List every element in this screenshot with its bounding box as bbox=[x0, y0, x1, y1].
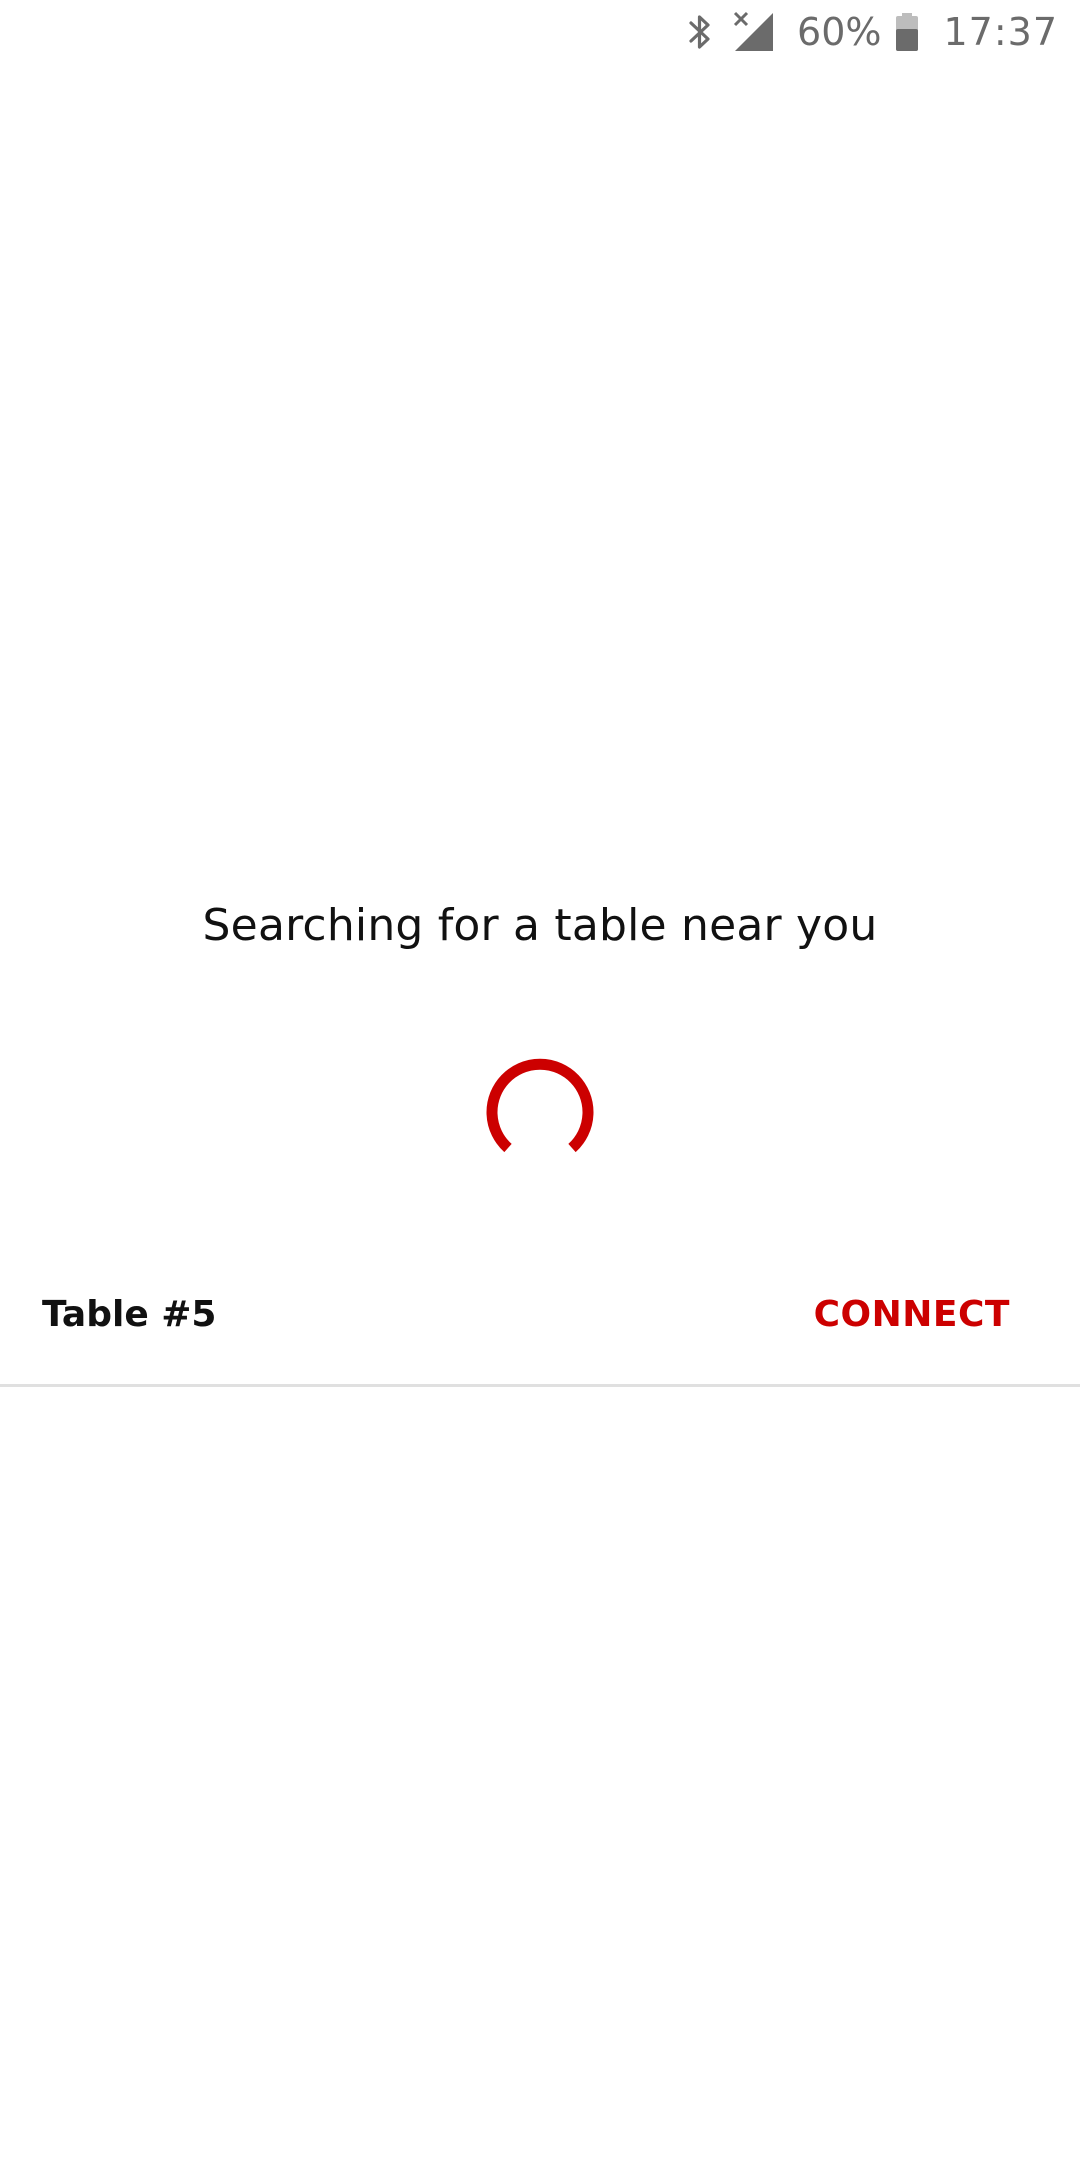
battery-icon bbox=[895, 12, 919, 52]
table-list-item: Table #5 CONNECT bbox=[0, 1272, 1080, 1387]
status-icons: 60% 17:37 bbox=[687, 8, 1058, 56]
bluetooth-icon bbox=[687, 12, 713, 52]
status-bar: 60% 17:37 bbox=[0, 0, 1080, 64]
clock: 17:37 bbox=[943, 10, 1058, 54]
battery-percentage: 60% bbox=[797, 10, 882, 54]
connect-button[interactable]: CONNECT bbox=[814, 1290, 1010, 1339]
table-name: Table #5 bbox=[42, 1294, 217, 1335]
no-signal-icon bbox=[733, 11, 775, 53]
searching-title: Searching for a table near you bbox=[202, 900, 878, 951]
app-screen: 60% 17:37 Searching for a table near you… bbox=[0, 0, 1080, 2160]
loading-spinner bbox=[484, 1052, 596, 1164]
